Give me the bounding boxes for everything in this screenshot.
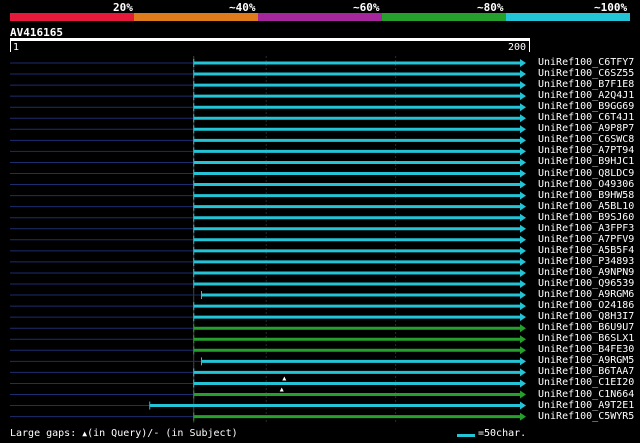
- hit-label[interactable]: UniRef100_B9HW58: [538, 190, 634, 201]
- hit-end-arrow: [520, 268, 526, 277]
- gaps-prefix: Large gaps:: [10, 428, 77, 439]
- hit-label[interactable]: UniRef100_B7F1E8: [538, 79, 634, 90]
- hit-end-arrow: [520, 257, 526, 266]
- hit-end-arrow: [520, 357, 526, 366]
- hit-label[interactable]: UniRef100_C6SWC8: [538, 134, 634, 145]
- hit-end-arrow: [520, 103, 526, 112]
- hit-end-arrow: [520, 202, 526, 211]
- hit-end-arrow: [520, 180, 526, 189]
- hit-label[interactable]: UniRef100_B9SJ60: [538, 212, 634, 223]
- hit-label[interactable]: UniRef100_Q8H3I7: [538, 311, 634, 322]
- hit-label[interactable]: UniRef100_B4FE30: [538, 344, 634, 355]
- hit-end-arrow: [520, 246, 526, 255]
- gaps-legend: Large gaps: ▲(in Query)/- (in Subject): [10, 428, 238, 439]
- hit-end-arrow: [520, 379, 526, 388]
- hit-label[interactable]: UniRef100_A2Q4J1: [538, 90, 634, 101]
- hit-label[interactable]: UniRef100_A7PT94: [538, 145, 634, 156]
- hit-label[interactable]: UniRef100_C5WYR5: [538, 411, 634, 422]
- hit-label[interactable]: UniRef100_A9P8P7: [538, 123, 634, 134]
- hit-end-arrow: [520, 280, 526, 288]
- hit-label[interactable]: UniRef100_C6SZ55: [538, 68, 634, 79]
- hit-label[interactable]: UniRef100_A5B5F4: [538, 245, 634, 256]
- scale-legend-line: [457, 434, 475, 437]
- hit-label[interactable]: UniRef100_C1N664: [538, 389, 634, 400]
- hit-end-arrow: [520, 401, 526, 410]
- hit-label[interactable]: UniRef100_Q8LDC9: [538, 168, 634, 179]
- hit-end-arrow: [520, 313, 526, 322]
- gaps-suffix: (in Query)/- (in Subject): [87, 428, 238, 439]
- hit-end-arrow: [520, 291, 526, 300]
- hit-end-arrow: [520, 213, 526, 222]
- hit-end-arrow: [520, 302, 526, 311]
- hit-label[interactable]: UniRef100_B6U9U7: [538, 322, 634, 333]
- hit-end-arrow: [520, 335, 526, 344]
- hit-end-arrow: [520, 390, 526, 399]
- hit-end-arrow: [520, 346, 526, 355]
- hit-label[interactable]: UniRef100_O49306: [538, 179, 634, 190]
- hit-end-arrow: [520, 169, 526, 178]
- hit-label[interactable]: UniRef100_A9NPN9: [538, 267, 634, 278]
- hit-label[interactable]: UniRef100_B9GG69: [538, 101, 634, 112]
- hit-end-arrow: [520, 114, 526, 123]
- hit-end-arrow: [520, 136, 526, 145]
- hit-label[interactable]: UniRef100_A7PFV9: [538, 234, 634, 245]
- hit-label[interactable]: UniRef100_C6TFY7: [538, 57, 634, 68]
- hit-end-arrow: [520, 412, 526, 421]
- hit-end-arrow: [520, 235, 526, 244]
- hit-label[interactable]: UniRef100_C6T4J1: [538, 112, 634, 123]
- query-gap-marker: [279, 387, 284, 392]
- hit-end-arrow: [520, 92, 526, 101]
- hit-label[interactable]: UniRef100_B9HJC1: [538, 156, 634, 167]
- hit-label[interactable]: UniRef100_B6SLX1: [538, 333, 634, 344]
- hit-end-arrow: [520, 368, 526, 377]
- hit-label[interactable]: UniRef100_C1EI20: [538, 377, 634, 388]
- hit-end-arrow: [520, 59, 526, 67]
- hit-label[interactable]: UniRef100_A9RGM6: [538, 289, 634, 300]
- hit-label[interactable]: UniRef100_B6TAA7: [538, 366, 634, 377]
- hit-end-arrow: [520, 191, 526, 200]
- hit-label[interactable]: UniRef100_P34893: [538, 256, 634, 267]
- query-gap-marker: [282, 376, 287, 381]
- hit-label[interactable]: UniRef100_O24186: [538, 300, 634, 311]
- hit-label[interactable]: UniRef100_A9RGM5: [538, 355, 634, 366]
- hit-label[interactable]: UniRef100_Q96539: [538, 278, 634, 289]
- hit-end-arrow: [520, 70, 526, 79]
- hit-end-arrow: [520, 224, 526, 233]
- hit-label[interactable]: UniRef100_A3FPF3: [538, 223, 634, 234]
- hit-end-arrow: [520, 158, 526, 167]
- hit-end-arrow: [520, 81, 526, 90]
- scale-legend-text: =50char.: [478, 428, 527, 439]
- hit-label[interactable]: UniRef100_A9T2E1: [538, 400, 634, 411]
- hit-end-arrow: [520, 324, 526, 333]
- hit-end-arrow: [520, 147, 526, 156]
- hit-end-arrow: [520, 125, 526, 134]
- hit-label[interactable]: UniRef100_A5BL10: [538, 201, 634, 212]
